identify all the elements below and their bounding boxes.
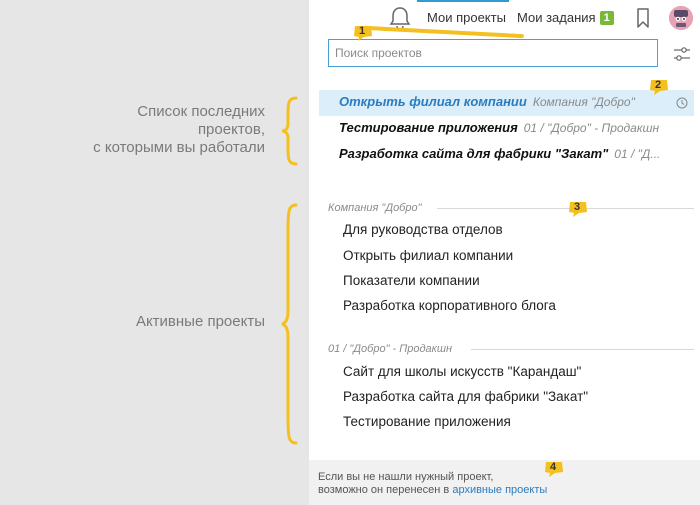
callout-number: 3 [573,201,581,213]
group-header: Компания "Добро" [328,202,422,214]
projects-panel: Мои проекты Мои задания 1 Поиск проектов… [309,0,700,505]
recent-project-company: 01 / "Д... [614,147,661,161]
project-item[interactable]: Сайт для школы искусств "Карандаш" [343,364,581,379]
callout-marker-4: 4 [543,460,565,478]
project-item[interactable]: Разработка корпоративного блога [343,298,556,313]
tab-my-tasks-label: Мои задания [517,10,596,25]
footer-hint: Если вы не нашли нужный проект, возможно… [309,460,700,505]
active-tab-indicator [417,0,509,2]
callout-number: 1 [358,25,366,37]
curly-brace-recent [281,96,298,166]
annotation-recent-label: Список последних проектов, с которыми вы… [93,103,265,157]
callout-number: 4 [549,461,557,473]
callout-marker-2: 2 [648,78,670,96]
recent-projects-list: Открыть филиал компании Компания "Добро" … [319,90,694,168]
footer-line1: Если вы не нашли нужный проект, [318,471,494,483]
tab-my-projects[interactable]: Мои проекты [427,10,506,25]
recent-project-company: Компания "Добро" [532,95,635,109]
tasks-count-badge: 1 [599,11,614,25]
callout-number: 2 [654,79,662,91]
bookmark-icon[interactable] [636,8,650,28]
recent-project-name: Открыть филиал компании [339,94,527,109]
annotation-recent-line: Список последних [137,103,265,120]
filter-settings-icon[interactable] [673,46,691,62]
search-input[interactable] [328,39,658,67]
clock-icon[interactable] [676,97,688,109]
footer-text: Если вы не нашли нужный проект, возможно… [318,471,547,497]
footer-line2-prefix: возможно он перенесен в [318,484,450,496]
project-item[interactable]: Для руководства отделов [343,222,503,237]
tab-my-tasks[interactable]: Мои задания 1 [517,10,614,25]
annotation-recent-line: проектов, [197,121,265,138]
annotation-recent-line: с которыми вы работали [93,139,265,156]
project-item[interactable]: Открыть филиал компании [343,248,513,263]
archive-projects-link[interactable]: архивные проекты [452,484,547,496]
project-item[interactable]: Показатели компании [343,273,480,288]
annotation-active-text: Активные проекты [135,313,265,330]
curly-brace-active [281,203,298,445]
annotation-active-label: Активные проекты [136,313,265,331]
recent-project-name: Разработка сайта для фабрики "Закат" [339,146,609,161]
callout-marker-3: 3 [567,200,589,218]
project-item[interactable]: Тестирование приложения [343,414,511,429]
group-header: 01 / "Добро" - Продакшн [328,343,453,355]
recent-project-item[interactable]: Открыть филиал компании Компания "Добро" [319,90,694,116]
project-item[interactable]: Разработка сайта для фабрики "Закат" [343,389,588,404]
callout-marker-1: 1 [352,24,374,42]
recent-project-company: 01 / "Добро" - Продакшн [523,121,660,135]
recent-project-name: Тестирование приложения [339,120,518,135]
recent-project-item[interactable]: Тестирование приложения 01 / "Добро" - Пр… [319,116,694,142]
footer-line2: возможно он перенесен в архивные проекты [318,484,547,497]
avatar[interactable] [669,6,693,30]
recent-project-item[interactable]: Разработка сайта для фабрики "Закат" 01 /… [319,142,694,168]
group-divider [471,349,694,350]
group-divider [437,208,694,209]
avatar-face-icon [669,6,693,30]
